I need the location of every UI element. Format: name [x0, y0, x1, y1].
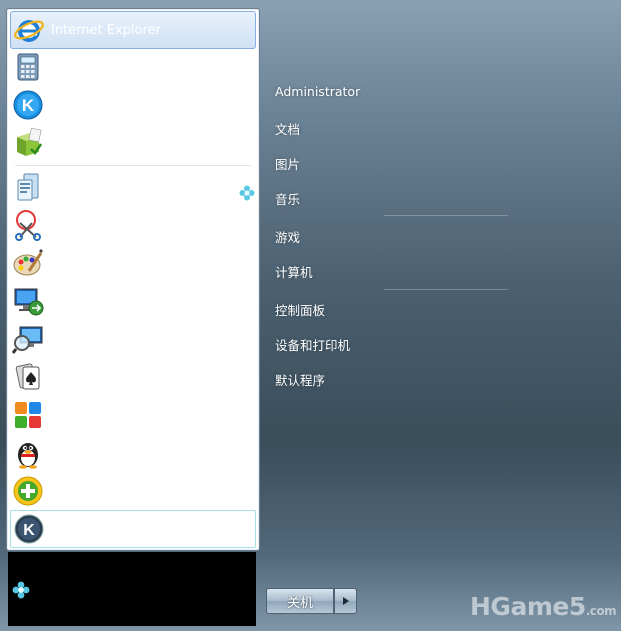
- installer-package-icon: [12, 127, 44, 159]
- getting-started-icon: [12, 171, 44, 203]
- jump-list-arrow-icon[interactable]: [239, 185, 255, 201]
- menu-separator: [384, 215, 508, 216]
- menu-item-default-programs[interactable]: 默认程序: [275, 370, 325, 389]
- svg-text:K: K: [22, 96, 35, 115]
- program-internet-explorer[interactable]: Internet Explorer: [10, 11, 256, 49]
- site-watermark: HGame5.com: [470, 592, 617, 621]
- start-menu: Internet Explorer K K Administrator 文档 图…: [0, 0, 621, 631]
- program-snipping-tool[interactable]: [10, 207, 256, 243]
- watermark-brand: HGame5: [470, 592, 586, 621]
- menu-item-computer[interactable]: 计算机: [275, 262, 313, 281]
- qq-penguin-icon: [12, 437, 44, 469]
- menu-item-games[interactable]: 游戏: [275, 227, 300, 246]
- watermark-domain: .com: [585, 604, 617, 618]
- program-calculator[interactable]: [10, 49, 256, 85]
- chevron-right-icon: [342, 597, 349, 605]
- flower-icon: [12, 581, 30, 599]
- menu-item-music[interactable]: 音乐: [275, 189, 300, 208]
- magnifier-icon: [12, 323, 44, 355]
- menu-item-pictures[interactable]: 图片: [275, 154, 300, 173]
- paint-icon: [12, 247, 44, 279]
- remote-desktop-icon: [12, 285, 44, 317]
- menu-separator: [384, 289, 508, 290]
- solitaire-icon: [12, 361, 44, 393]
- program-label: Internet Explorer: [51, 22, 161, 38]
- program-qq[interactable]: [10, 435, 256, 471]
- color-tiles-icon: [12, 399, 44, 431]
- program-paint[interactable]: [10, 245, 256, 281]
- program-kkbox[interactable]: K: [10, 510, 256, 548]
- program-installer[interactable]: [10, 125, 256, 161]
- shutdown-options-button[interactable]: [334, 588, 357, 614]
- search-box[interactable]: [8, 552, 256, 626]
- internet-explorer-icon: [13, 14, 45, 46]
- program-magnifier[interactable]: [10, 321, 256, 357]
- snipping-tool-icon: [12, 209, 44, 241]
- menu-item-administrator[interactable]: Administrator: [275, 84, 360, 99]
- menu-item-devices-printers[interactable]: 设备和打印机: [275, 335, 350, 354]
- program-plus-add[interactable]: [10, 473, 256, 509]
- kugou-music-icon: K: [12, 89, 44, 121]
- menu-item-documents[interactable]: 文档: [275, 119, 300, 138]
- program-getting-started[interactable]: [10, 169, 256, 205]
- program-kugou[interactable]: K: [10, 87, 256, 123]
- programs-separator: [15, 165, 251, 166]
- program-remote-desktop[interactable]: [10, 283, 256, 319]
- svg-text:K: K: [23, 522, 35, 539]
- kkbox-icon: K: [13, 513, 45, 545]
- shutdown-button[interactable]: 关机: [266, 588, 334, 614]
- calculator-icon: [12, 51, 44, 83]
- program-tiles[interactable]: [10, 397, 256, 433]
- program-solitaire[interactable]: [10, 359, 256, 395]
- menu-item-control-panel[interactable]: 控制面板: [275, 300, 325, 319]
- programs-pane: Internet Explorer K K: [6, 8, 260, 551]
- plus-add-icon: [12, 475, 44, 507]
